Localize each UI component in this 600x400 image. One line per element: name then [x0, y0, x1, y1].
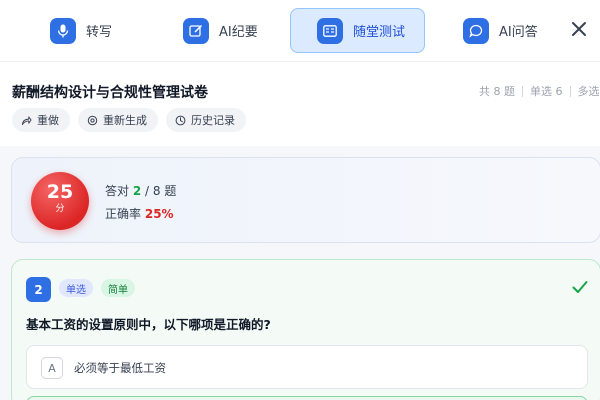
tab-ai-summary[interactable]: AI纪要	[171, 8, 281, 53]
question-number: 2	[26, 277, 51, 302]
history-button[interactable]: 历史记录	[166, 108, 246, 132]
tab-label: AI纪要	[219, 25, 258, 40]
redo-button[interactable]: 重做	[12, 108, 70, 132]
clock-icon	[175, 115, 186, 125]
tab-quiz[interactable]: 随堂测试	[290, 8, 425, 53]
tab-transcribe[interactable]: 转写	[38, 8, 148, 53]
tab-ai-qa[interactable]: AI问答	[451, 8, 561, 53]
tab-label: AI问答	[499, 25, 538, 40]
microphone-icon	[50, 17, 76, 44]
question-type-badge: 单选	[59, 279, 93, 297]
quiz-card-icon	[317, 17, 343, 44]
score-badge: 25 分	[31, 172, 89, 230]
correct-total: / 8 题	[145, 184, 177, 198]
chat-bubble-icon	[463, 17, 489, 44]
correct-number: 2	[132, 184, 142, 198]
tab-label: 随堂测试	[353, 25, 406, 40]
stat-single: 单选 6	[530, 85, 563, 98]
correct-prefix: 答对	[105, 184, 130, 198]
quiz-header: 薪酬结构设计与合规性管理试卷 共 8 题 单选 6 多选 2 重做 重新生成 历…	[0, 62, 600, 146]
regenerate-icon	[87, 115, 98, 125]
close-icon	[572, 22, 586, 36]
question-stats: 共 8 题 单选 6 多选 2	[479, 83, 600, 99]
rate-value: 25%	[144, 207, 174, 221]
divider	[522, 85, 523, 97]
score-card: 25 分 答对 2 / 8 题 正确率 25%	[11, 157, 600, 243]
score-value: 25	[46, 181, 74, 203]
correct-count: 答对 2 / 8 题	[105, 182, 176, 199]
page-title: 薪酬结构设计与合规性管理试卷	[12, 85, 208, 101]
redo-label: 重做	[37, 114, 59, 127]
correct-check-icon	[572, 279, 588, 298]
regenerate-button[interactable]: 重新生成	[78, 108, 158, 132]
close-button[interactable]	[568, 18, 590, 40]
tab-label: 转写	[86, 25, 113, 40]
question-card: 2 单选 简单 基本工资的设置原则中，以下哪项是正确的? A 必须等于最低工资	[11, 259, 600, 400]
divider	[569, 85, 571, 97]
regenerate-label: 重新生成	[103, 114, 147, 127]
score-unit: 分	[55, 204, 65, 214]
question-text: 基本工资的设置原则中，以下哪项是正确的?	[26, 317, 271, 332]
stat-multi: 多选 2	[577, 85, 600, 98]
share-arrow-icon	[21, 115, 32, 125]
accuracy-rate: 正确率 25%	[105, 205, 174, 222]
difficulty-badge: 简单	[101, 279, 135, 297]
option-letter: A	[41, 357, 63, 379]
option-b[interactable]	[26, 396, 588, 400]
edit-icon	[183, 17, 209, 44]
stat-total: 共 8 题	[479, 85, 515, 98]
option-a[interactable]: A 必须等于最低工资	[26, 345, 588, 389]
rate-label: 正确率	[105, 207, 142, 221]
history-label: 历史记录	[191, 114, 235, 127]
top-tab-bar: 转写 AI纪要 随堂测试 AI问答	[0, 0, 600, 62]
option-text: 必须等于最低工资	[74, 361, 166, 375]
